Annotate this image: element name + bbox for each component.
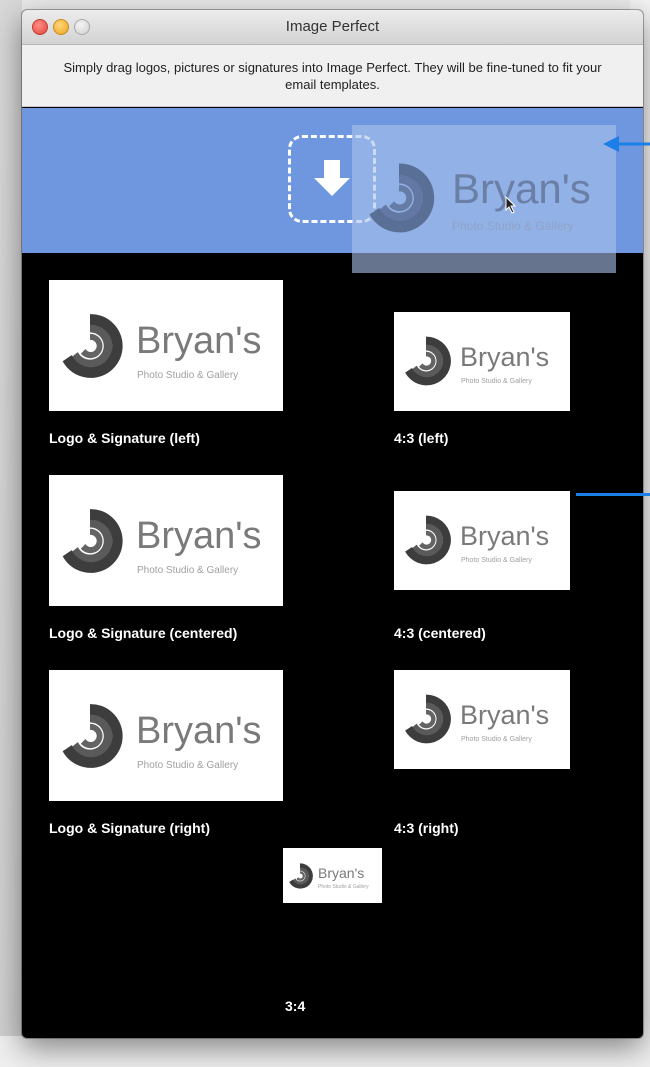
logo-tagline: Photo Studio & Gallery — [461, 378, 532, 385]
swirl-logo-icon — [62, 704, 123, 768]
template-thumbnail-logo-left[interactable]: Bryan's Photo Studio & Gallery — [49, 280, 283, 411]
logo-name: Bryan's — [136, 515, 262, 557]
logo-name: Bryan's — [136, 710, 262, 752]
logo-name: Bryan's — [460, 342, 550, 372]
dragged-logo-preview: Bryan's Photo Studio & Gallery — [352, 125, 616, 273]
logo-tagline: Photo Studio & Gallery — [452, 219, 574, 233]
logo-image: Bryan's Photo Studio & Gallery — [394, 312, 570, 411]
template-label: 4:3 (right) — [394, 820, 459, 836]
template-thumbnail-logo-right[interactable]: Bryan's Photo Studio & Gallery — [49, 670, 283, 801]
logo-name: Bryan's — [460, 700, 550, 730]
swirl-logo-icon — [62, 314, 123, 378]
template-thumbnail-34[interactable]: Bryan's Photo Studio & Gallery — [283, 848, 382, 903]
logo-name: Bryan's — [318, 865, 365, 881]
template-label: 4:3 (left) — [394, 430, 449, 446]
instructions-text: Simply drag logos, pictures or signature… — [22, 45, 643, 107]
logo-image: Bryan's Photo Studio & Gallery — [49, 280, 283, 411]
template-thumbnail-43-right[interactable]: Bryan's Photo Studio & Gallery — [394, 670, 570, 769]
logo-tagline: Photo Studio & Gallery — [461, 736, 532, 743]
logo-name: Bryan's — [460, 521, 550, 551]
logo-tagline: Photo Studio & Gallery — [137, 565, 239, 576]
swirl-logo-icon — [369, 163, 435, 233]
template-thumbnail-43-left[interactable]: Bryan's Photo Studio & Gallery — [394, 312, 570, 411]
logo-image: Bryan's Photo Studio & Gallery — [49, 475, 283, 606]
template-label: Logo & Signature (centered) — [49, 625, 238, 641]
swirl-logo-icon — [405, 694, 451, 744]
template-thumbnail-logo-centered[interactable]: Bryan's Photo Studio & Gallery — [49, 475, 283, 606]
logo-tagline: Photo Studio & Gallery — [137, 760, 239, 771]
mouse-pointer-icon — [505, 196, 517, 214]
image-perfect-window: Image Perfect Simply drag logos, picture… — [22, 10, 643, 1038]
logo-image: Bryan's Photo Studio & Gallery — [394, 491, 570, 590]
window-title: Image Perfect — [285, 18, 380, 35]
template-label: 4:3 (centered) — [394, 625, 486, 641]
template-label: Logo & Signature (right) — [49, 820, 210, 836]
annotation-arrow-icon — [603, 136, 650, 152]
swirl-logo-icon — [405, 515, 451, 565]
logo-tagline: Photo Studio & Gallery — [461, 557, 532, 564]
desktop-background-left — [0, 0, 22, 1067]
logo-image: Bryan's Photo Studio & Gallery — [49, 670, 283, 801]
logo-image: Bryan's Photo Studio & Gallery — [352, 125, 616, 273]
template-label: 3:4 — [285, 998, 306, 1014]
logo-name: Bryan's — [136, 320, 262, 362]
swirl-logo-icon — [289, 863, 313, 889]
logo-tagline: Photo Studio & Gallery — [318, 884, 369, 890]
logo-image: Bryan's Photo Studio & Gallery — [394, 670, 570, 769]
template-thumbnail-43-centered[interactable]: Bryan's Photo Studio & Gallery — [394, 491, 570, 590]
annotation-line — [576, 493, 650, 496]
template-label: Logo & Signature (left) — [49, 430, 200, 446]
swirl-logo-icon — [62, 509, 123, 573]
logo-image: Bryan's Photo Studio & Gallery — [283, 848, 382, 903]
logo-name: Bryan's — [452, 165, 591, 212]
logo-tagline: Photo Studio & Gallery — [137, 370, 239, 381]
title-bar[interactable]: Image Perfect — [22, 10, 643, 45]
image-drop-zone[interactable]: Bryan's Photo Studio & Gallery — [22, 108, 643, 273]
swirl-logo-icon — [405, 336, 451, 386]
desktop-background-bottom — [0, 1036, 650, 1067]
